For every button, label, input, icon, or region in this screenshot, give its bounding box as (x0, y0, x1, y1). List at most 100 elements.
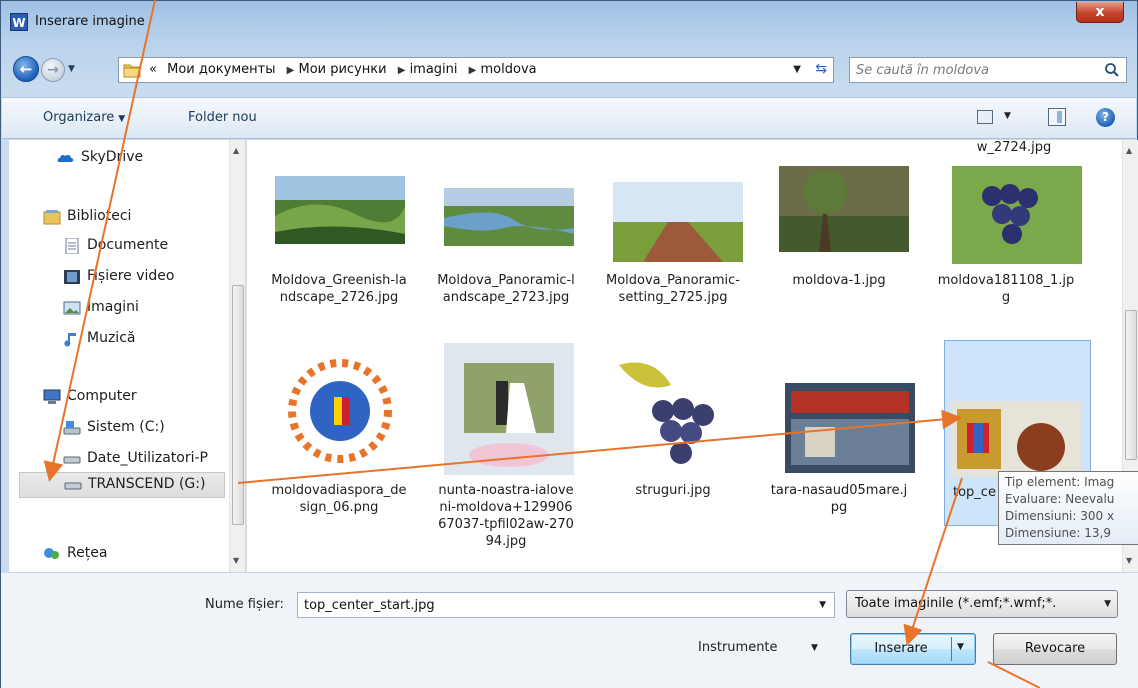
network-icon (44, 548, 59, 559)
nav-item-pictures[interactable]: Imagini (63, 298, 223, 320)
command-bar: Organizare ▼ Folder nou ▼ ? (2, 97, 1136, 139)
scroll-down-icon[interactable]: ▼ (1126, 556, 1132, 565)
filename-input[interactable] (304, 596, 804, 614)
scroll-up-icon[interactable]: ▲ (1126, 146, 1132, 155)
close-button[interactable]: x (1076, 2, 1124, 23)
filename-combobox[interactable]: ▼ (297, 592, 835, 618)
traditional-room-thumbnail (785, 383, 915, 473)
documents-icon (65, 238, 79, 254)
nav-scroll-thumb[interactable] (232, 285, 244, 525)
wedding-thumbnail (444, 343, 574, 475)
tooltip-size: Dimensiune: 13,9 (1005, 526, 1112, 540)
chevron-down-icon[interactable]: ▼ (811, 643, 818, 653)
address-history-dropdown[interactable]: ▼ (793, 64, 801, 75)
file-name: moldovadiaspora_design_06.png (271, 483, 407, 515)
organize-label: Organizare (43, 110, 115, 125)
tooltip-dimensions: Dimensiuni: 300 x (1005, 509, 1115, 523)
breadcrumb-imagini[interactable]: imagini (410, 62, 458, 77)
tools-button[interactable]: Instrumente (698, 640, 778, 655)
back-button[interactable]: ← (13, 56, 39, 82)
file-item[interactable]: Moldova_Panoramic-landscape_2723.jpg (436, 170, 576, 340)
view-options-dropdown[interactable]: ▼ (1004, 111, 1011, 121)
breadcrumb-separator[interactable]: ▶ (398, 65, 406, 76)
file-item[interactable]: tara-nasaud05mare.jpg (769, 347, 915, 527)
nav-item-computer[interactable]: Computer (43, 387, 223, 409)
organize-button[interactable]: Organizare ▼ (43, 110, 125, 125)
file-item[interactable]: struguri.jpg (603, 347, 743, 527)
landscape-thumbnail (444, 188, 574, 246)
file-name: nunta-noastra-ialoveni-moldova+129906670… (438, 483, 574, 549)
landscape-thumbnail (779, 166, 909, 252)
folder-icon (123, 64, 141, 78)
nav-item-system-drive[interactable]: Sistem (C:) (63, 418, 223, 440)
nav-scrollbar[interactable]: ▲ ▼ (229, 140, 245, 572)
file-item[interactable]: moldovadiaspora_design_06.png (269, 347, 409, 527)
grapes-thumbnail (952, 166, 1082, 264)
chevron-down-icon: ▼ (1104, 599, 1111, 609)
computer-icon (43, 389, 61, 404)
address-bar[interactable]: « Мои документы ▶ Мои рисунки ▶ imagini … (118, 57, 834, 83)
search-input[interactable] (856, 61, 1096, 79)
cancel-button[interactable]: Revocare (993, 633, 1117, 665)
nav-item-label: Documente (87, 237, 169, 253)
nav-item-label: TRANSCEND (G:) (88, 476, 206, 492)
dialog-footer: Nume fișier: ▼ Toate imaginile (*.emf;*.… (1, 572, 1138, 688)
breadcrumb: « Мои документы ▶ Мои рисунки ▶ imagini … (149, 62, 537, 77)
preview-pane-icon[interactable] (1048, 108, 1066, 126)
file-name: Moldova_Greenish-landscape_2726.jpg (271, 273, 407, 305)
nav-item-transcend[interactable]: TRANSCEND (G:) (19, 472, 225, 498)
nav-item-label: Date_Utilizatori-P (87, 450, 208, 466)
video-icon (64, 270, 80, 284)
search-box[interactable] (849, 57, 1127, 83)
nav-item-label: Imagini (87, 299, 139, 315)
file-item-partial[interactable]: w_2724.jpg (944, 139, 1084, 159)
insert-button[interactable]: Inserare ▼ (850, 633, 976, 665)
file-item[interactable]: moldova181108_1.jpg (936, 166, 1082, 340)
breadcrumb-moldova[interactable]: moldova (481, 62, 537, 77)
breadcrumb-overflow[interactable]: « (149, 62, 157, 77)
nav-item-music[interactable]: Muzică (63, 329, 223, 351)
diaspora-thumbnail (275, 347, 405, 475)
scroll-up-icon[interactable]: ▲ (233, 146, 239, 155)
new-folder-button[interactable]: Folder nou (188, 110, 257, 125)
file-name: Moldova_Panoramic-landscape_2723.jpg (437, 273, 575, 305)
breadcrumb-separator[interactable]: ▶ (469, 65, 477, 76)
nav-item-videos[interactable]: Fișiere video (63, 267, 223, 289)
file-name: struguri.jpg (635, 483, 711, 498)
title-bar[interactable]: W Inserare imagine x (1, 1, 1137, 41)
content-scroll-thumb[interactable] (1125, 310, 1137, 460)
coat-of-arms-thumbnail (951, 401, 1081, 477)
word-app-icon: W (10, 13, 28, 31)
file-type-select[interactable]: Toate imaginile (*.emf;*.wmf;*. ▼ (846, 590, 1118, 618)
breadcrumb-separator[interactable]: ▶ (287, 65, 295, 76)
tooltip-rating: Evaluare: Neevalu (1005, 492, 1115, 506)
help-icon[interactable]: ? (1096, 108, 1115, 127)
system-drive-icon (63, 421, 81, 435)
search-icon[interactable] (1104, 62, 1120, 78)
breadcrumb-my-pictures[interactable]: Мои рисунки (298, 62, 386, 77)
recent-locations-dropdown[interactable]: ▼ (68, 64, 78, 74)
scroll-down-icon[interactable]: ▼ (233, 556, 239, 565)
nav-item-data-drive[interactable]: Date_Utilizatori-P (63, 449, 223, 471)
nav-item-libraries[interactable]: Biblioteci (43, 207, 223, 229)
chevron-down-icon[interactable]: ▼ (819, 600, 826, 610)
grapes-thumbnail (613, 355, 743, 473)
breadcrumb-my-documents[interactable]: Мои документы (167, 62, 275, 77)
file-item[interactable]: Moldova_Greenish-landscape_2726.jpg (269, 170, 409, 340)
file-name: moldova-1.jpg (792, 273, 886, 288)
nav-item-documents[interactable]: Documente (63, 236, 223, 258)
insert-options-dropdown[interactable]: ▼ (957, 642, 964, 652)
nav-item-skydrive[interactable]: SkyDrive (57, 148, 227, 170)
refresh-icon[interactable]: ⇆ (815, 61, 827, 77)
tooltip-type: Tip element: Imag (1005, 475, 1115, 489)
change-view-icon[interactable] (977, 110, 993, 124)
nav-item-label: Muzică (87, 330, 136, 346)
nav-item-network[interactable]: Rețea (43, 544, 223, 566)
file-item[interactable]: moldova-1.jpg (769, 166, 909, 340)
forward-button[interactable]: → (41, 58, 65, 82)
file-item[interactable]: nunta-noastra-ialoveni-moldova+129906670… (436, 343, 576, 567)
nav-item-label: Sistem (C:) (87, 419, 165, 435)
file-item[interactable]: Moldova_Panoramic-setting_2725.jpg (603, 170, 743, 340)
file-type-value: Toate imaginile (*.emf;*.wmf;*. (855, 596, 1057, 611)
pictures-icon (63, 301, 81, 315)
